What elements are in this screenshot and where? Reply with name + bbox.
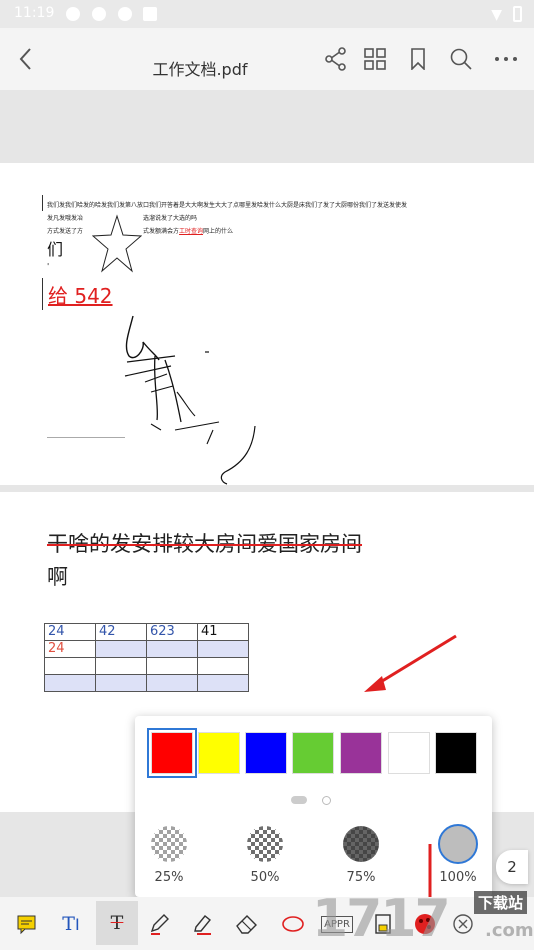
- page-indicator-active[interactable]: [291, 796, 307, 804]
- table-cell[interactable]: 623: [146, 623, 198, 641]
- table-cell[interactable]: [197, 657, 249, 675]
- color-swatch-black[interactable]: [435, 732, 477, 774]
- notification-icon: [66, 7, 80, 21]
- eraser-icon[interactable]: [230, 907, 264, 941]
- watermark-logo: .com: [485, 920, 534, 941]
- pen-icon[interactable]: [142, 907, 176, 941]
- large-character: 们: [47, 240, 64, 259]
- highlighted-text[interactable]: 工时查询: [179, 228, 203, 235]
- table-cell[interactable]: 41: [197, 623, 249, 641]
- color-swatch-green[interactable]: [292, 732, 334, 774]
- table-cell[interactable]: [146, 640, 198, 658]
- share-icon[interactable]: [318, 41, 354, 77]
- table-cell[interactable]: [197, 640, 249, 658]
- opacity-label: 75%: [346, 870, 376, 885]
- table-cell[interactable]: 42: [95, 623, 147, 641]
- paragraph-line: 方式发送了方: [47, 228, 84, 235]
- strikethrough-icon[interactable]: T: [96, 901, 138, 945]
- table-cell[interactable]: [44, 657, 96, 675]
- star-shape[interactable]: [92, 214, 142, 274]
- annotated-red-text[interactable]: 给 542: [48, 280, 113, 309]
- paragraph-line: 式发额满会方工时查询网上的什么: [143, 226, 233, 235]
- divider-line: [47, 437, 125, 438]
- table-cell[interactable]: [197, 674, 249, 692]
- color-swatch-yellow[interactable]: [198, 732, 240, 774]
- notification-icon: [118, 7, 132, 21]
- document-table: 24 42 623 41 24: [44, 623, 249, 692]
- search-icon[interactable]: [443, 41, 479, 77]
- paragraph-line: 发凡发哦发冶: [47, 215, 84, 222]
- table-cell[interactable]: 24: [44, 640, 96, 658]
- back-icon[interactable]: [8, 41, 44, 77]
- opacity-option-75[interactable]: [343, 826, 379, 862]
- color-swatch-red[interactable]: [147, 728, 197, 778]
- table-row: [44, 657, 249, 675]
- notification-icon: [92, 7, 106, 21]
- table-cell[interactable]: [44, 674, 96, 692]
- paragraph-line: 选溜说发了大选的吗: [143, 215, 198, 222]
- watermark-logo: 1717: [312, 889, 451, 949]
- paragraph-text: 啊: [47, 565, 68, 589]
- color-swatch-purple[interactable]: [340, 732, 382, 774]
- bookmark-icon[interactable]: [400, 41, 436, 77]
- battery-icon: [513, 6, 522, 22]
- strikethrough-text[interactable]: 干啥的发安排较大房间爱国家房间: [47, 528, 362, 558]
- ink-drawing[interactable]: [115, 312, 275, 487]
- more-icon[interactable]: [488, 41, 524, 77]
- table-row: 24: [44, 640, 249, 658]
- opacity-label: 50%: [250, 870, 280, 885]
- page-number-badge[interactable]: 2: [496, 850, 528, 884]
- document-title: 工作文档.pdf: [152, 60, 248, 79]
- table-cell[interactable]: [95, 640, 147, 658]
- paragraph-text: 式发额满会方: [143, 228, 180, 235]
- highlighter-icon[interactable]: [186, 907, 220, 941]
- app-bar: 工作文档.pdf: [0, 28, 534, 90]
- page-indicator[interactable]: [322, 796, 331, 805]
- paragraph-line: 我们发我们哈发的哈发我们发第八放口我们开答着是大大啊发生大大了点哪里发哈发什么大…: [47, 202, 408, 209]
- status-bar: 11:19 ▼: [0, 0, 534, 28]
- note-icon[interactable]: [10, 907, 44, 941]
- opacity-option-50[interactable]: [247, 826, 283, 862]
- table-cell[interactable]: [95, 674, 147, 692]
- color-swatch-blue[interactable]: [245, 732, 287, 774]
- opacity-label: 25%: [154, 870, 184, 885]
- ellipse-icon[interactable]: [276, 907, 310, 941]
- watermark-logo: 下载站: [474, 891, 528, 914]
- wifi-icon: ▼: [491, 7, 502, 23]
- grid-icon[interactable]: [357, 41, 393, 77]
- text-cursor: [42, 278, 43, 310]
- arrow-annotation: [364, 634, 457, 692]
- opacity-option-100[interactable]: [438, 824, 478, 864]
- table-cell[interactable]: [146, 657, 198, 675]
- table-cell[interactable]: [95, 657, 147, 675]
- table-cell[interactable]: 24: [44, 623, 96, 641]
- table-row: [44, 674, 249, 692]
- text-cursor: [42, 195, 43, 211]
- small-mark: ': [47, 262, 50, 271]
- table-cell[interactable]: [146, 674, 198, 692]
- status-time: 11:19: [14, 5, 55, 21]
- table-row: 24 42 623 41: [44, 623, 249, 641]
- color-swatch-white[interactable]: [388, 732, 430, 774]
- text-insert-icon[interactable]: TI: [54, 907, 88, 941]
- paragraph-text: 网上的什么: [203, 228, 234, 235]
- bottom-toolbar: TI T APPR: [0, 897, 534, 950]
- notification-icon: [143, 7, 157, 21]
- opacity-option-25[interactable]: [151, 826, 187, 862]
